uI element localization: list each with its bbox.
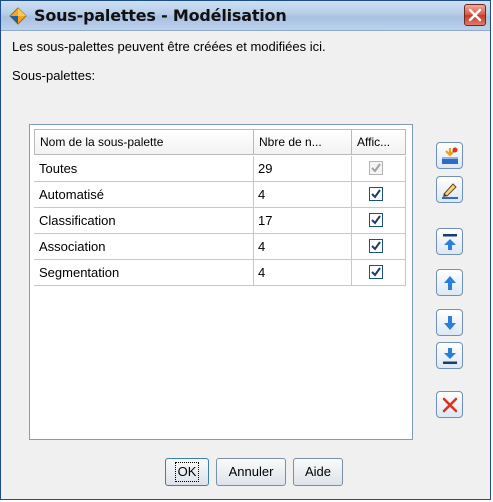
checkmark-icon — [371, 215, 381, 225]
delete-button[interactable] — [436, 391, 463, 418]
ok-label: OK — [174, 462, 200, 482]
node-count: 17 — [253, 208, 352, 234]
subpalette-name: Toutes — [34, 156, 254, 182]
checkmark-icon — [371, 189, 381, 199]
cancel-label: Annuler — [228, 464, 274, 479]
close-button[interactable] — [464, 4, 486, 26]
move-up-button[interactable] — [436, 269, 463, 296]
table-row[interactable]: Association 4 — [30, 234, 412, 260]
checkmark-icon — [371, 163, 381, 173]
table-row[interactable]: Toutes 29 — [30, 156, 412, 182]
title-bar[interactable]: Sous-palettes - Modélisation — [1, 1, 490, 31]
show-cell — [351, 208, 406, 234]
app-icon — [9, 7, 27, 25]
help-label: Aide — [304, 464, 332, 479]
checkmark-icon — [371, 267, 381, 277]
move-top-button[interactable] — [436, 228, 463, 255]
subpalette-name: Classification — [34, 208, 254, 234]
node-count: 4 — [253, 182, 352, 208]
subpalettes-label: Sous-palettes: — [12, 68, 96, 83]
add-subpalette-icon — [442, 147, 458, 164]
column-header-shown[interactable]: Affic... — [351, 129, 406, 155]
show-cell — [351, 156, 406, 182]
node-count: 4 — [253, 260, 352, 286]
show-checkbox[interactable] — [369, 239, 383, 253]
checkmark-icon — [371, 241, 381, 251]
column-header-name[interactable]: Nom de la sous-palette — [34, 129, 254, 155]
table-header: Nom de la sous-palette Nbre de n... Affi… — [30, 129, 412, 157]
show-cell — [351, 260, 406, 286]
show-checkbox[interactable] — [369, 265, 383, 279]
add-subpalette-button[interactable] — [436, 142, 463, 169]
subpalette-name: Automatisé — [34, 182, 254, 208]
close-icon — [468, 8, 482, 22]
window-title: Sous-palettes - Modélisation — [34, 6, 287, 25]
show-checkbox[interactable] — [369, 213, 383, 227]
subpalette-table[interactable]: Nom de la sous-palette Nbre de n... Affi… — [29, 124, 413, 440]
move-bottom-icon — [443, 348, 457, 364]
column-header-count[interactable]: Nbre de n... — [253, 129, 352, 155]
cancel-button[interactable]: Annuler — [216, 458, 286, 486]
subpalette-name: Association — [34, 234, 254, 260]
node-count: 4 — [253, 234, 352, 260]
move-top-icon — [443, 234, 457, 250]
table-row[interactable]: Segmentation 4 — [30, 260, 412, 286]
move-bottom-button[interactable] — [436, 342, 463, 369]
table-row[interactable]: Classification 17 — [30, 208, 412, 234]
show-cell — [351, 182, 406, 208]
move-up-icon — [444, 276, 456, 290]
help-button[interactable]: Aide — [293, 458, 343, 486]
show-checkbox[interactable] — [369, 187, 383, 201]
subpalette-name: Segmentation — [34, 260, 254, 286]
table-row[interactable]: Automatisé 4 — [30, 182, 412, 208]
dialog-window: Sous-palettes - Modélisation Les sous-pa… — [0, 0, 491, 500]
edit-subpalette-icon — [442, 183, 458, 199]
show-checkbox — [369, 161, 383, 175]
description-text: Les sous-palettes peuvent être créées et… — [12, 39, 326, 54]
show-cell — [351, 234, 406, 260]
delete-icon — [442, 397, 458, 413]
move-down-icon — [444, 316, 456, 330]
edit-subpalette-button[interactable] — [436, 176, 463, 203]
ok-button[interactable]: OK — [165, 458, 209, 486]
node-count: 29 — [253, 156, 352, 182]
move-down-button[interactable] — [436, 309, 463, 336]
